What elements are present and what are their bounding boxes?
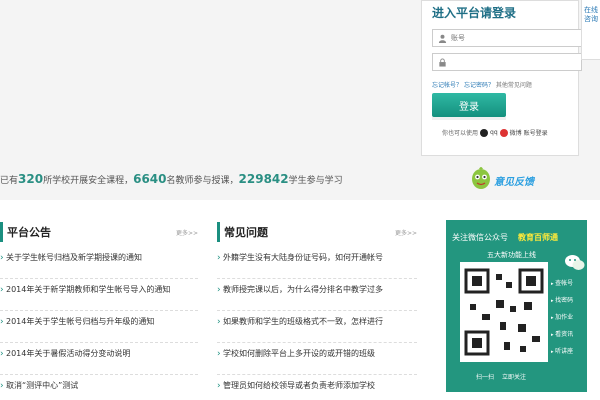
account-login-link[interactable]: 账号登录 (524, 128, 548, 137)
qq-icon[interactable] (480, 128, 489, 137)
notice-item[interactable]: 2014年关于新学期教师和学生帐号导入的通知 (0, 279, 198, 311)
wechat-title: 关注微信公众号 教育百师通 (452, 232, 558, 243)
password-field-wrapper (432, 53, 582, 71)
username-field-wrapper (432, 29, 582, 47)
weibo-login-link[interactable]: 微博 (510, 128, 522, 137)
wechat-brand: 教育百师通 (518, 233, 558, 242)
password-input[interactable] (451, 58, 571, 66)
faq-item[interactable]: 教师授完课以后，为什么得分排名中教学过多 (217, 279, 417, 311)
third-party-prefix: 你也可以使用 (442, 130, 479, 137)
forgot-account-link[interactable]: 忘记帐号？ (432, 82, 462, 89)
help-link[interactable]: 其他常见问题 (496, 82, 532, 89)
follow-link[interactable]: 立即关注 (502, 374, 526, 381)
faq-item[interactable]: 外籍学生没有大陆身份证号码，如何开通帐号 (217, 247, 417, 279)
notice-item[interactable]: 关于学生帐号归档及新学期授课的通知 (0, 247, 198, 279)
qq-login-link[interactable]: qq (490, 129, 498, 136)
faq-list: 外籍学生没有大陆身份证号码，如何开通帐号 教师授完课以后，为什么得分排名中教学过… (217, 247, 417, 400)
wechat-feature-item: 找密码 (551, 292, 573, 309)
wechat-footer: 扫一扫 立即关注 (476, 372, 526, 381)
user-icon (435, 31, 449, 45)
weibo-icon[interactable] (499, 128, 508, 137)
notice-list: 关于学生帐号归档及新学期授课的通知 2014年关于新学期教师和学生帐号导入的通知… (0, 247, 198, 400)
wechat-feature-list: 查帐号 找密码 加作业 看资讯 听讲座 (551, 275, 573, 360)
online-consult-label: 在线咨询 (584, 6, 598, 23)
notice-title: 平台公告 (7, 226, 51, 239)
faq-more-link[interactable]: 更多>> (395, 228, 417, 237)
login-panel: 进入平台请登录 忘记帐号？ 忘记密码？ 其他常见问题 登录 你也可以使用 qq … (421, 0, 582, 156)
lock-icon (435, 55, 449, 69)
login-title: 进入平台请登录 (432, 6, 517, 20)
notice-more-link[interactable]: 更多>> (176, 228, 198, 237)
stats-schools-text: 所学校开展安全课程， (43, 176, 134, 186)
login-button[interactable]: 登录 (432, 93, 506, 120)
wechat-logo-icon (563, 251, 587, 275)
stats-prefix: 已有 (0, 176, 19, 186)
username-input[interactable] (451, 34, 571, 42)
wechat-subtitle: 五大新功能上线 (487, 251, 536, 259)
stats-teachers-count: 6640 (133, 172, 167, 186)
faq-section: 常见问题 更多>> 外籍学生没有大陆身份证号码，如何开通帐号 教师授完课以后，为… (217, 222, 417, 400)
feedback-label: 意见反馈 (494, 176, 534, 188)
scan-label: 扫一扫 (476, 374, 495, 381)
login-help-links: 忘记帐号？ 忘记密码？ 其他常见问题 (432, 80, 532, 89)
stats-teachers-text: 名教师参与授课， (166, 176, 239, 186)
qr-code (460, 262, 548, 362)
notice-item[interactable]: 2014年关于学生帐号归档与升年级的通知 (0, 311, 198, 343)
feedback-button[interactable]: 意见反馈 (470, 165, 534, 195)
wechat-feature-item: 查帐号 (551, 275, 573, 292)
notice-header: 平台公告 更多>> (0, 222, 198, 242)
notice-item[interactable]: 取消“测评中心”测试 (0, 375, 198, 400)
stats-schools-count: 320 (18, 172, 44, 186)
stats-students-text: 学生参与学习 (288, 176, 343, 186)
faq-title: 常见问题 (224, 226, 268, 239)
feedback-mascot-icon (470, 165, 492, 195)
faq-item[interactable]: 学校如何删除平台上多开设的或开错的班级 (217, 343, 417, 375)
faq-item[interactable]: 管理员如何给校领导或者负责老师添加学校 (217, 375, 417, 400)
wechat-feature-item: 听讲座 (551, 343, 573, 360)
faq-item[interactable]: 如果教师和学生的班级格式不一致，怎样进行 (217, 311, 417, 343)
faq-header: 常见问题 更多>> (217, 222, 417, 242)
notice-item[interactable]: 2014年关于暑假活动得分变动说明 (0, 343, 198, 375)
third-party-login: 你也可以使用 qq 微博 账号登录 (442, 128, 548, 137)
notice-section: 平台公告 更多>> 关于学生帐号归档及新学期授课的通知 2014年关于新学期教师… (0, 222, 198, 400)
wechat-title-text: 关注微信公众号 (452, 233, 508, 242)
wechat-feature-item: 加作业 (551, 309, 573, 326)
platform-stats: 已有320所学校开展安全课程，6640名教师参与授课，229842学生参与学习 (0, 172, 343, 186)
forgot-password-link[interactable]: 忘记密码？ (464, 82, 494, 89)
wechat-feature-item: 看资讯 (551, 326, 573, 343)
online-consult-tab[interactable]: 在线咨询 (581, 0, 600, 60)
wechat-promo-panel: 关注微信公众号 教育百师通 五大新功能上线 查帐号 找密码 加作业 (446, 220, 587, 392)
stats-students-count: 229842 (238, 172, 289, 186)
